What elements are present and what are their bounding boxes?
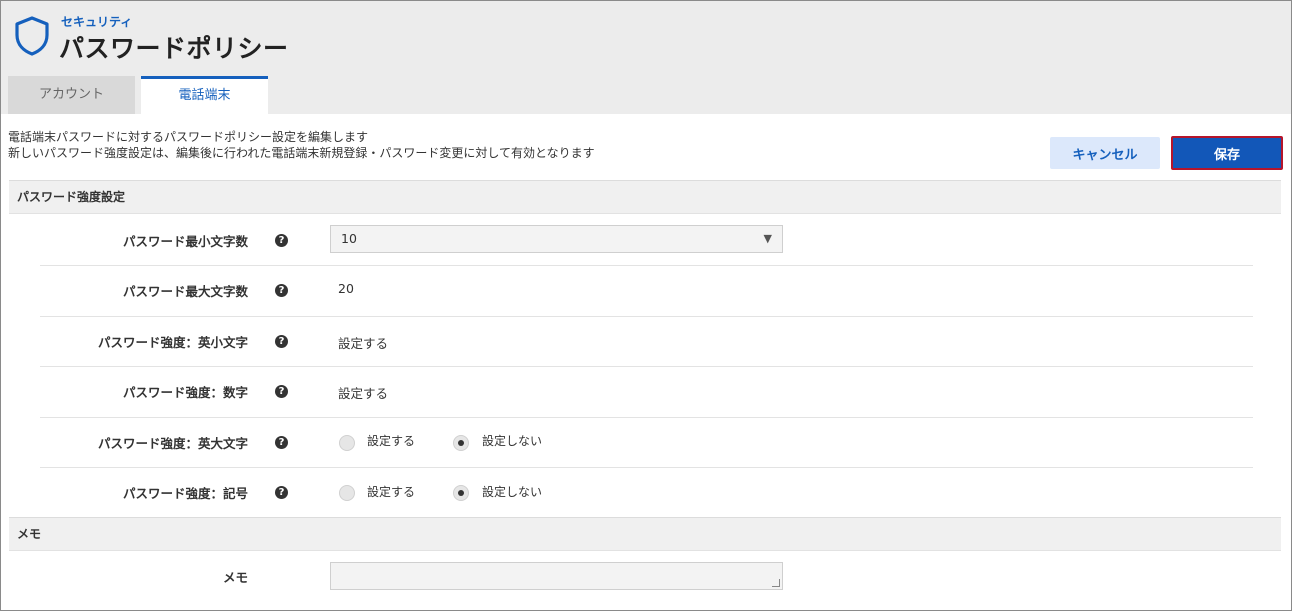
uppercase-radio-off-label: 設定しない	[482, 434, 543, 448]
memo-textarea[interactable]	[330, 562, 783, 590]
cancel-button[interactable]: キャンセル	[1050, 137, 1160, 169]
uppercase-radio-on-label: 設定する	[367, 434, 416, 448]
min-length-value: 10	[341, 231, 357, 246]
symbols-label: パスワード強度：記号	[122, 486, 248, 501]
tab-phone-terminal[interactable]: 電話端末	[141, 76, 268, 114]
memo-section-header: メモ	[9, 517, 1281, 551]
help-icon[interactable]: ?	[275, 486, 288, 499]
resize-handle-icon[interactable]	[772, 579, 780, 587]
description-line-2: 新しいパスワード強度設定は、編集後に行われた電話端末新規登録・パスワード変更に対…	[8, 146, 595, 160]
uppercase-radio-off[interactable]	[453, 435, 469, 451]
max-length-value: 20	[338, 281, 354, 296]
symbols-radio-off-label: 設定しない	[482, 485, 543, 499]
help-icon[interactable]: ?	[275, 436, 288, 449]
symbols-radio-on[interactable]	[339, 485, 355, 501]
help-icon[interactable]: ?	[275, 385, 288, 398]
memo-label: メモ	[222, 570, 248, 585]
row-divider	[40, 417, 1253, 418]
shield-icon	[15, 16, 49, 56]
lowercase-label: パスワード強度：英小文字	[97, 335, 248, 350]
help-icon[interactable]: ?	[275, 284, 288, 297]
password-section-header: パスワード強度設定	[9, 180, 1281, 214]
uppercase-radio-on[interactable]	[339, 435, 355, 451]
digits-label: パスワード強度：数字	[122, 385, 248, 400]
page-description: 電話端末パスワードに対するパスワードポリシー設定を編集します 新しいパスワード強…	[8, 129, 595, 161]
page-subtitle: セキュリティ	[61, 15, 133, 29]
save-button[interactable]: 保存	[1171, 136, 1283, 170]
min-length-label: パスワード最小文字数	[122, 234, 248, 249]
symbols-radio-off[interactable]	[453, 485, 469, 501]
uppercase-label: パスワード強度：英大文字	[97, 436, 248, 451]
lowercase-value: 設定する	[338, 336, 389, 351]
page-title: パスワードポリシー	[59, 34, 289, 63]
row-divider	[40, 467, 1253, 468]
help-icon[interactable]: ?	[275, 335, 288, 348]
min-length-select[interactable]: 10 ▼	[330, 225, 783, 253]
symbols-radio-on-label: 設定する	[367, 485, 416, 499]
description-line-1: 電話端末パスワードに対するパスワードポリシー設定を編集します	[8, 130, 369, 144]
help-icon[interactable]: ?	[275, 234, 288, 247]
row-divider	[40, 366, 1253, 367]
row-divider	[40, 316, 1253, 317]
max-length-label: パスワード最大文字数	[122, 284, 248, 299]
chevron-down-icon: ▼	[763, 232, 772, 245]
tab-account[interactable]: アカウント	[8, 76, 135, 114]
row-divider	[40, 265, 1253, 266]
digits-value: 設定する	[338, 386, 389, 401]
